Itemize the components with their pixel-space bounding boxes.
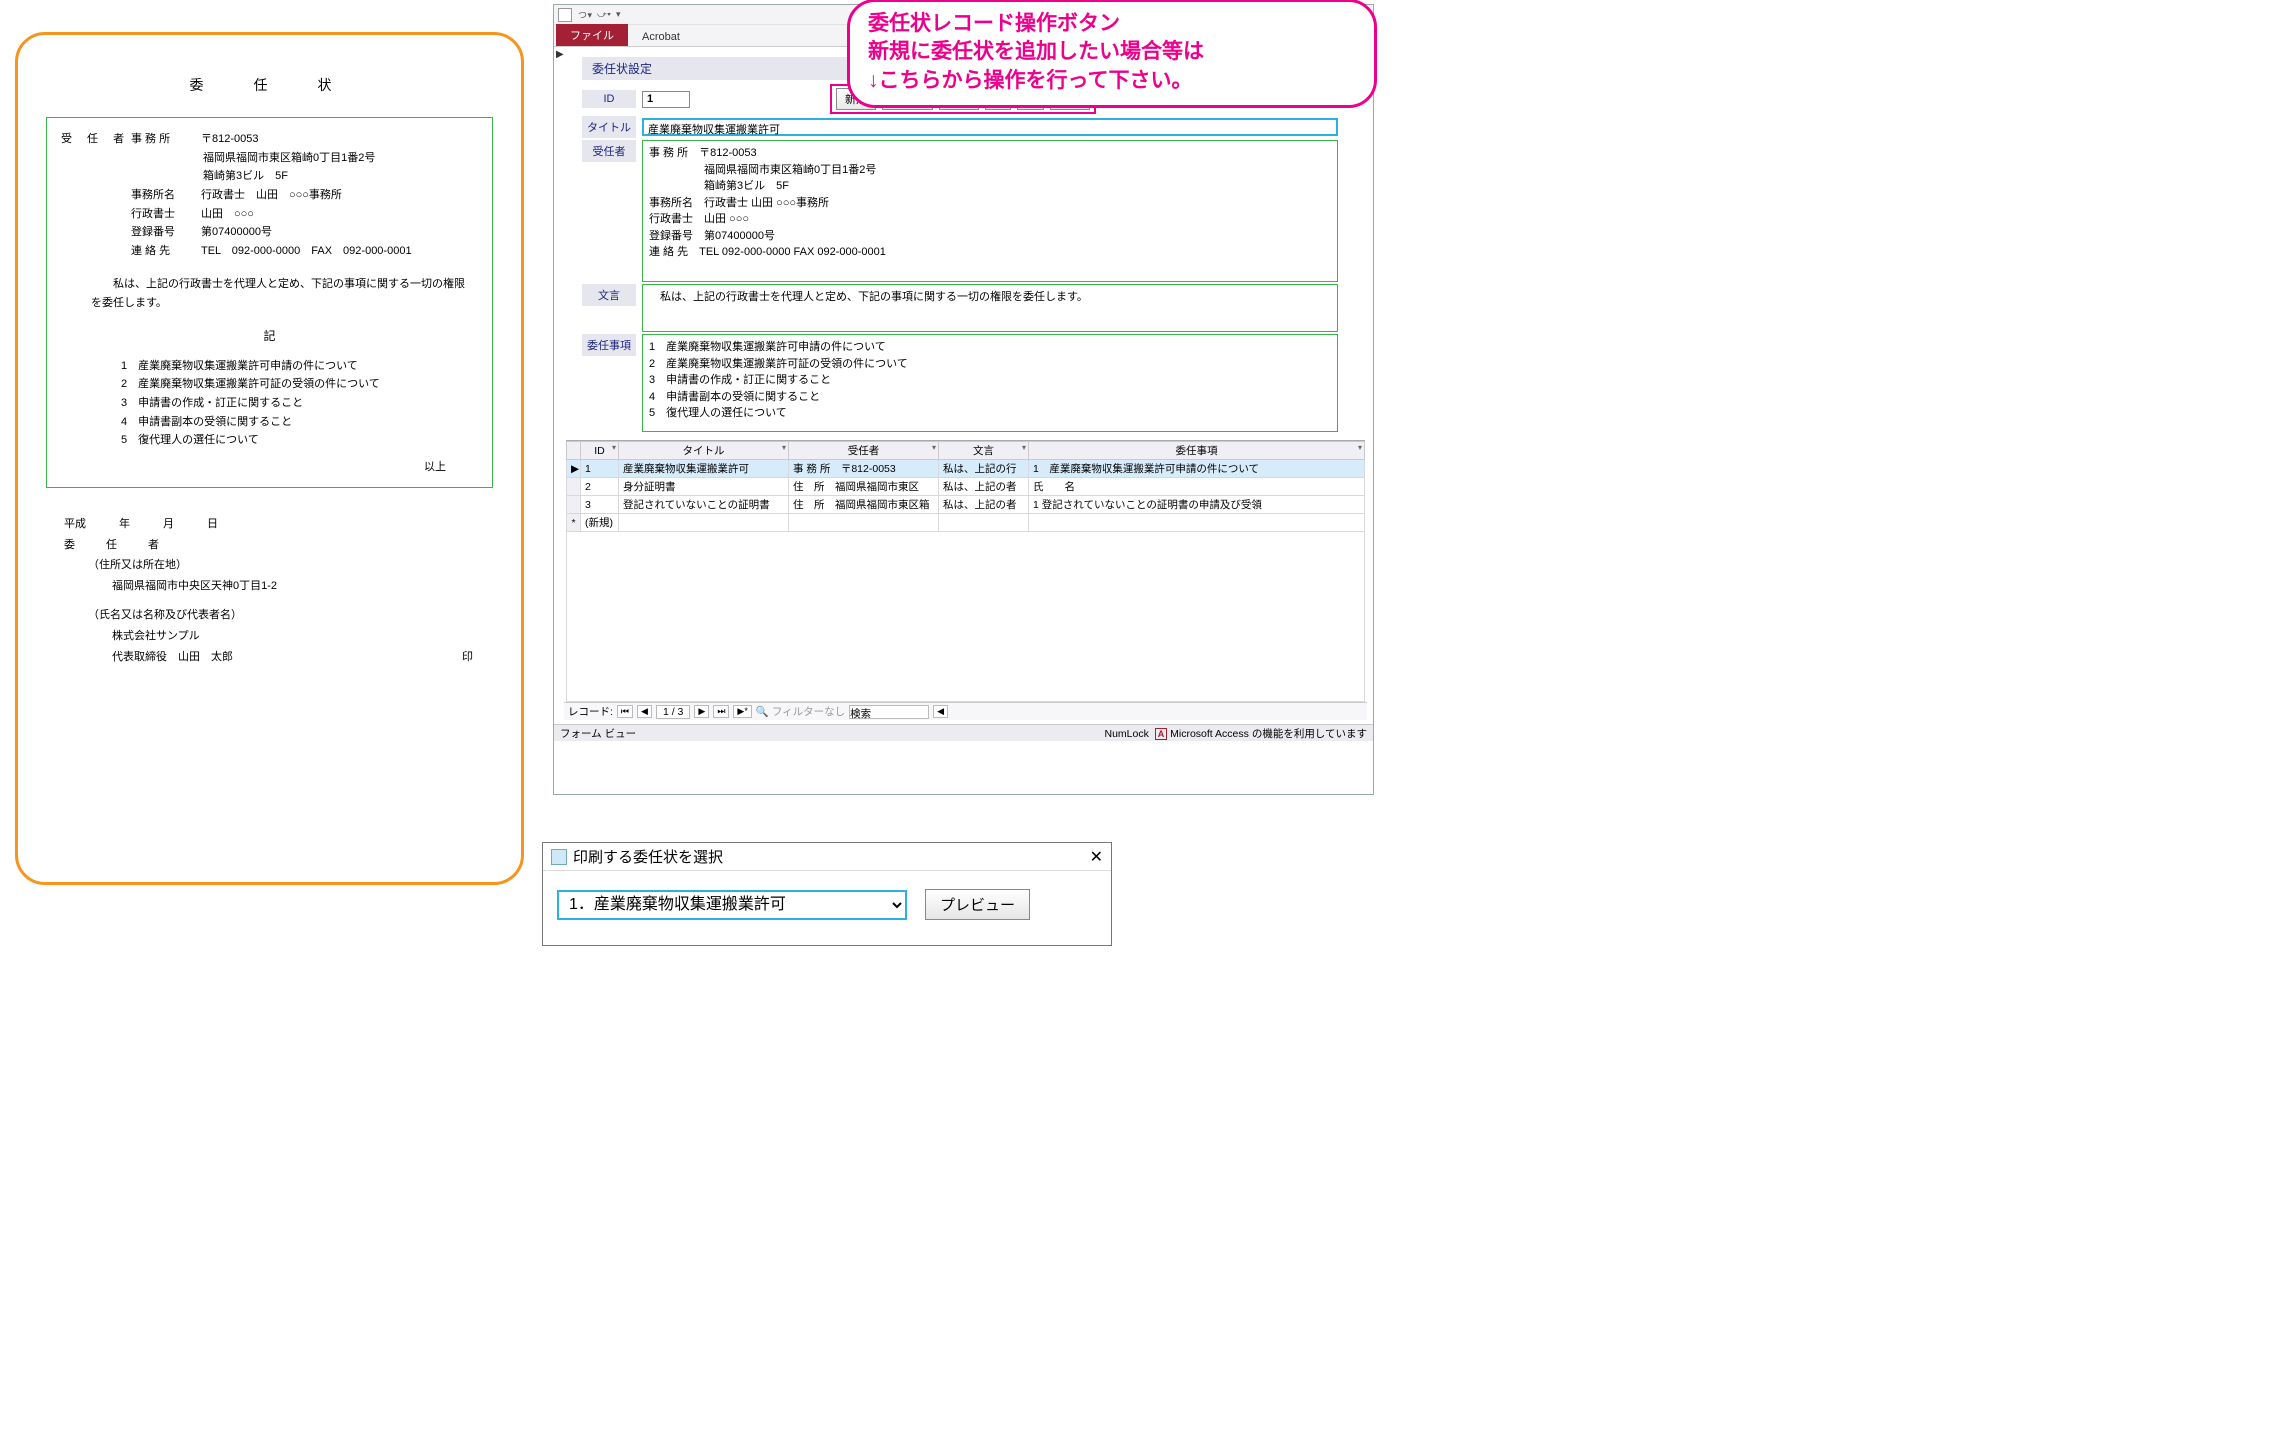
datasheet[interactable]: ID▾ タイトル▾ 受任者▾ 文言▾ 委任事項▾ ▶ 1産業廃棄物収集運搬業許可… xyxy=(566,440,1365,702)
qat-dropdown[interactable]: ▾ xyxy=(616,9,620,20)
value-regno: 第07400000号 xyxy=(201,223,478,242)
ininjikou-textarea[interactable]: 1 産業廃棄物収集運搬業許可申請の件について 2 産業廃棄物収集運搬業許可証の受… xyxy=(642,334,1338,432)
doc-lower: 平成 年 月 日 委 任 者 （住所又は所在地） 福岡県福岡市中央区天神0丁目1… xyxy=(64,514,493,668)
label-office: 事 務 所 xyxy=(131,130,201,149)
bungen-textarea[interactable]: 私は、上記の行政書士を代理人と定め、下記の事項に関する一切の権限を委任します。 xyxy=(642,284,1338,332)
value-gyosei: 山田 ○○○ xyxy=(201,205,478,224)
table-row-new[interactable]: * (新規) xyxy=(567,514,1365,532)
id-field[interactable]: 1 xyxy=(642,91,690,108)
doc-seal: 印 xyxy=(462,647,473,668)
recnav-last[interactable]: ⏭ xyxy=(713,705,729,718)
status-msaccess: Microsoft Access の機能を利用しています xyxy=(1170,728,1367,740)
value-contact: TEL 092-000-0000 FAX 092-000-0001 xyxy=(201,242,478,261)
recnav-prev[interactable]: ◀ xyxy=(637,705,652,718)
value-inin-name2: 代表取締役 山田 太郎 xyxy=(112,647,233,668)
dialog-close-icon[interactable]: ✕ xyxy=(1090,847,1103,867)
preview-button[interactable]: プレビュー xyxy=(925,889,1030,920)
access-icon: A xyxy=(1155,728,1168,740)
value-postal: 〒812-0053 xyxy=(201,130,478,149)
callout-line1: 委任状レコード操作ボタン xyxy=(868,10,1356,38)
tab-file[interactable]: ファイル xyxy=(556,24,628,46)
record-marker-icon: ▶ xyxy=(556,49,564,60)
status-view: フォーム ビュー xyxy=(560,726,636,741)
label-bungen: 文言 xyxy=(582,284,636,306)
value-addr2: 箱崎第3ビル 5F xyxy=(203,167,478,186)
table-row[interactable]: 2身分証明書 住 所 福岡県福岡市東区私は、上記の者氏 名 xyxy=(567,478,1365,496)
label-contact: 連 絡 先 xyxy=(131,242,201,261)
doc-body-text: 私は、上記の行政書士を代理人と定め、下記の事項に関する一切の権限を委任します。 xyxy=(91,275,468,312)
label-ininsha: 委 任 者 xyxy=(64,535,493,556)
label-id: ID xyxy=(582,90,636,108)
label-ininjikou: 委任事項 xyxy=(582,334,636,356)
label-gyosei: 行政書士 xyxy=(131,205,201,224)
value-officename: 行政書士 山田 ○○○事務所 xyxy=(201,186,478,205)
col-junin: 受任者▾ xyxy=(789,442,939,460)
hscroll-left[interactable]: ◀ xyxy=(933,705,948,718)
status-numlock: NumLock xyxy=(1105,728,1149,740)
recnav-new[interactable]: ▶* xyxy=(733,705,751,718)
col-title: タイトル▾ xyxy=(619,442,789,460)
recnav-label: レコード: xyxy=(568,704,613,719)
help-callout: 委任状レコード操作ボタン 新規に委任状を追加したい場合等は ↓こちらから操作を行… xyxy=(847,0,1377,108)
print-select-dialog: 印刷する委任状を選択 ✕ 1．産業廃棄物収集運搬業許可 プレビュー xyxy=(542,842,1112,946)
doc-item: 3 申請書の作成・訂正に関すること xyxy=(121,394,478,413)
col-id: ID▾ xyxy=(581,442,619,460)
recnav-first[interactable]: ⏮ xyxy=(617,705,633,718)
print-select-dropdown[interactable]: 1．産業廃棄物収集運搬業許可 xyxy=(557,890,907,920)
document-preview: 委 任 状 受 任 者 事 務 所 〒812-0053 福岡県福岡市東区箱崎0丁… xyxy=(15,32,524,885)
datasheet-blank xyxy=(566,532,1365,702)
tab-acrobat[interactable]: Acrobat xyxy=(628,28,694,46)
doc-title: 委 任 状 xyxy=(46,75,493,95)
value-inin-name1: 株式会社サンプル xyxy=(112,626,493,647)
doc-item-list: 1 産業廃棄物収集運搬業許可申請の件について 2 産業廃棄物収集運搬業許可証の受… xyxy=(121,357,478,450)
dialog-title: 印刷する委任状を選択 xyxy=(573,846,723,867)
callout-line3: ↓こちらから操作を行って下さい。 xyxy=(868,67,1356,95)
dialog-titlebar: 印刷する委任状を選択 ✕ xyxy=(543,843,1111,871)
label-officename: 事務所名 xyxy=(131,186,201,205)
title-input[interactable]: 産業廃棄物収集運搬業許可 xyxy=(642,118,1338,136)
doc-ki: 記 xyxy=(61,326,478,346)
datasheet-header-row: ID▾ タイトル▾ 受任者▾ 文言▾ 委任事項▾ xyxy=(567,442,1365,460)
table-row[interactable]: 3登記されていないことの証明書 住 所 福岡県福岡市東区箱私は、上記の者1 登記… xyxy=(567,496,1365,514)
recnav-position[interactable]: 1 / 3 xyxy=(656,705,690,719)
col-jikou: 委任事項▾ xyxy=(1029,442,1365,460)
qat-undo[interactable]: つ ▾ xyxy=(578,8,591,21)
doc-item: 2 産業廃棄物収集運搬業許可証の受領の件について xyxy=(121,375,478,394)
doc-date: 平成 年 月 日 xyxy=(64,514,493,535)
doc-item: 5 復代理人の選任について xyxy=(121,431,478,450)
recnav-next[interactable]: ▶ xyxy=(694,705,709,718)
label-title: タイトル xyxy=(582,116,636,138)
label-juninsha: 受任者 xyxy=(582,140,636,162)
doc-item: 4 申請書副本の受領に関すること xyxy=(121,413,478,432)
status-bar: フォーム ビュー NumLock A Microsoft Access の機能を… xyxy=(554,724,1373,741)
juninsha-textarea[interactable]: 事 務 所 〒812-0053 福岡県福岡市東区箱崎0丁目1番2号 箱崎第3ビル… xyxy=(642,140,1338,282)
recnav-search[interactable]: 検索 xyxy=(849,705,929,719)
form-area: ▶ 委任状設定 ID 1 新規 コピー 削除 ◀ ▶ 更新 タイトル 産業廃棄物… xyxy=(554,47,1373,724)
note-name: （氏名又は名称及び代表者名） xyxy=(88,605,493,626)
doc-item: 1 産業廃棄物収集運搬業許可申請の件について xyxy=(121,357,478,376)
value-inin-addr: 福岡県福岡市中央区天神0丁目1-2 xyxy=(112,576,493,597)
dialog-icon xyxy=(551,849,567,865)
table-row[interactable]: ▶ 1産業廃棄物収集運搬業許可 事 務 所 〒812-0053私は、上記の行1 … xyxy=(567,460,1365,478)
access-window: つ ▾ ⤻ ▾ ▾ × ファイル Acrobat ▶ 委任状設定 ID 1 新規… xyxy=(553,4,1374,795)
doc-recipient-box: 受 任 者 事 務 所 〒812-0053 福岡県福岡市東区箱崎0丁目1番2号 … xyxy=(46,117,493,488)
note-addr: （住所又は所在地） xyxy=(88,555,493,576)
doc-ijou: 以上 xyxy=(61,458,478,477)
callout-line2: 新規に委任状を追加したい場合等は xyxy=(868,38,1356,66)
col-bun: 文言▾ xyxy=(939,442,1029,460)
recnav-filter[interactable]: 🔍 フィルターなし xyxy=(756,704,845,719)
value-addr1: 福岡県福岡市東区箱崎0丁目1番2号 xyxy=(203,149,478,168)
qat-app-icon[interactable] xyxy=(558,8,572,22)
record-navigator: レコード: ⏮ ◀ 1 / 3 ▶ ⏭ ▶* 🔍 フィルターなし 検索 ◀ xyxy=(564,702,1367,720)
label-juninsha: 受 任 者 xyxy=(61,130,131,149)
qat-redo[interactable]: ⤻ ▾ xyxy=(597,9,610,20)
label-regno: 登録番号 xyxy=(131,223,201,242)
